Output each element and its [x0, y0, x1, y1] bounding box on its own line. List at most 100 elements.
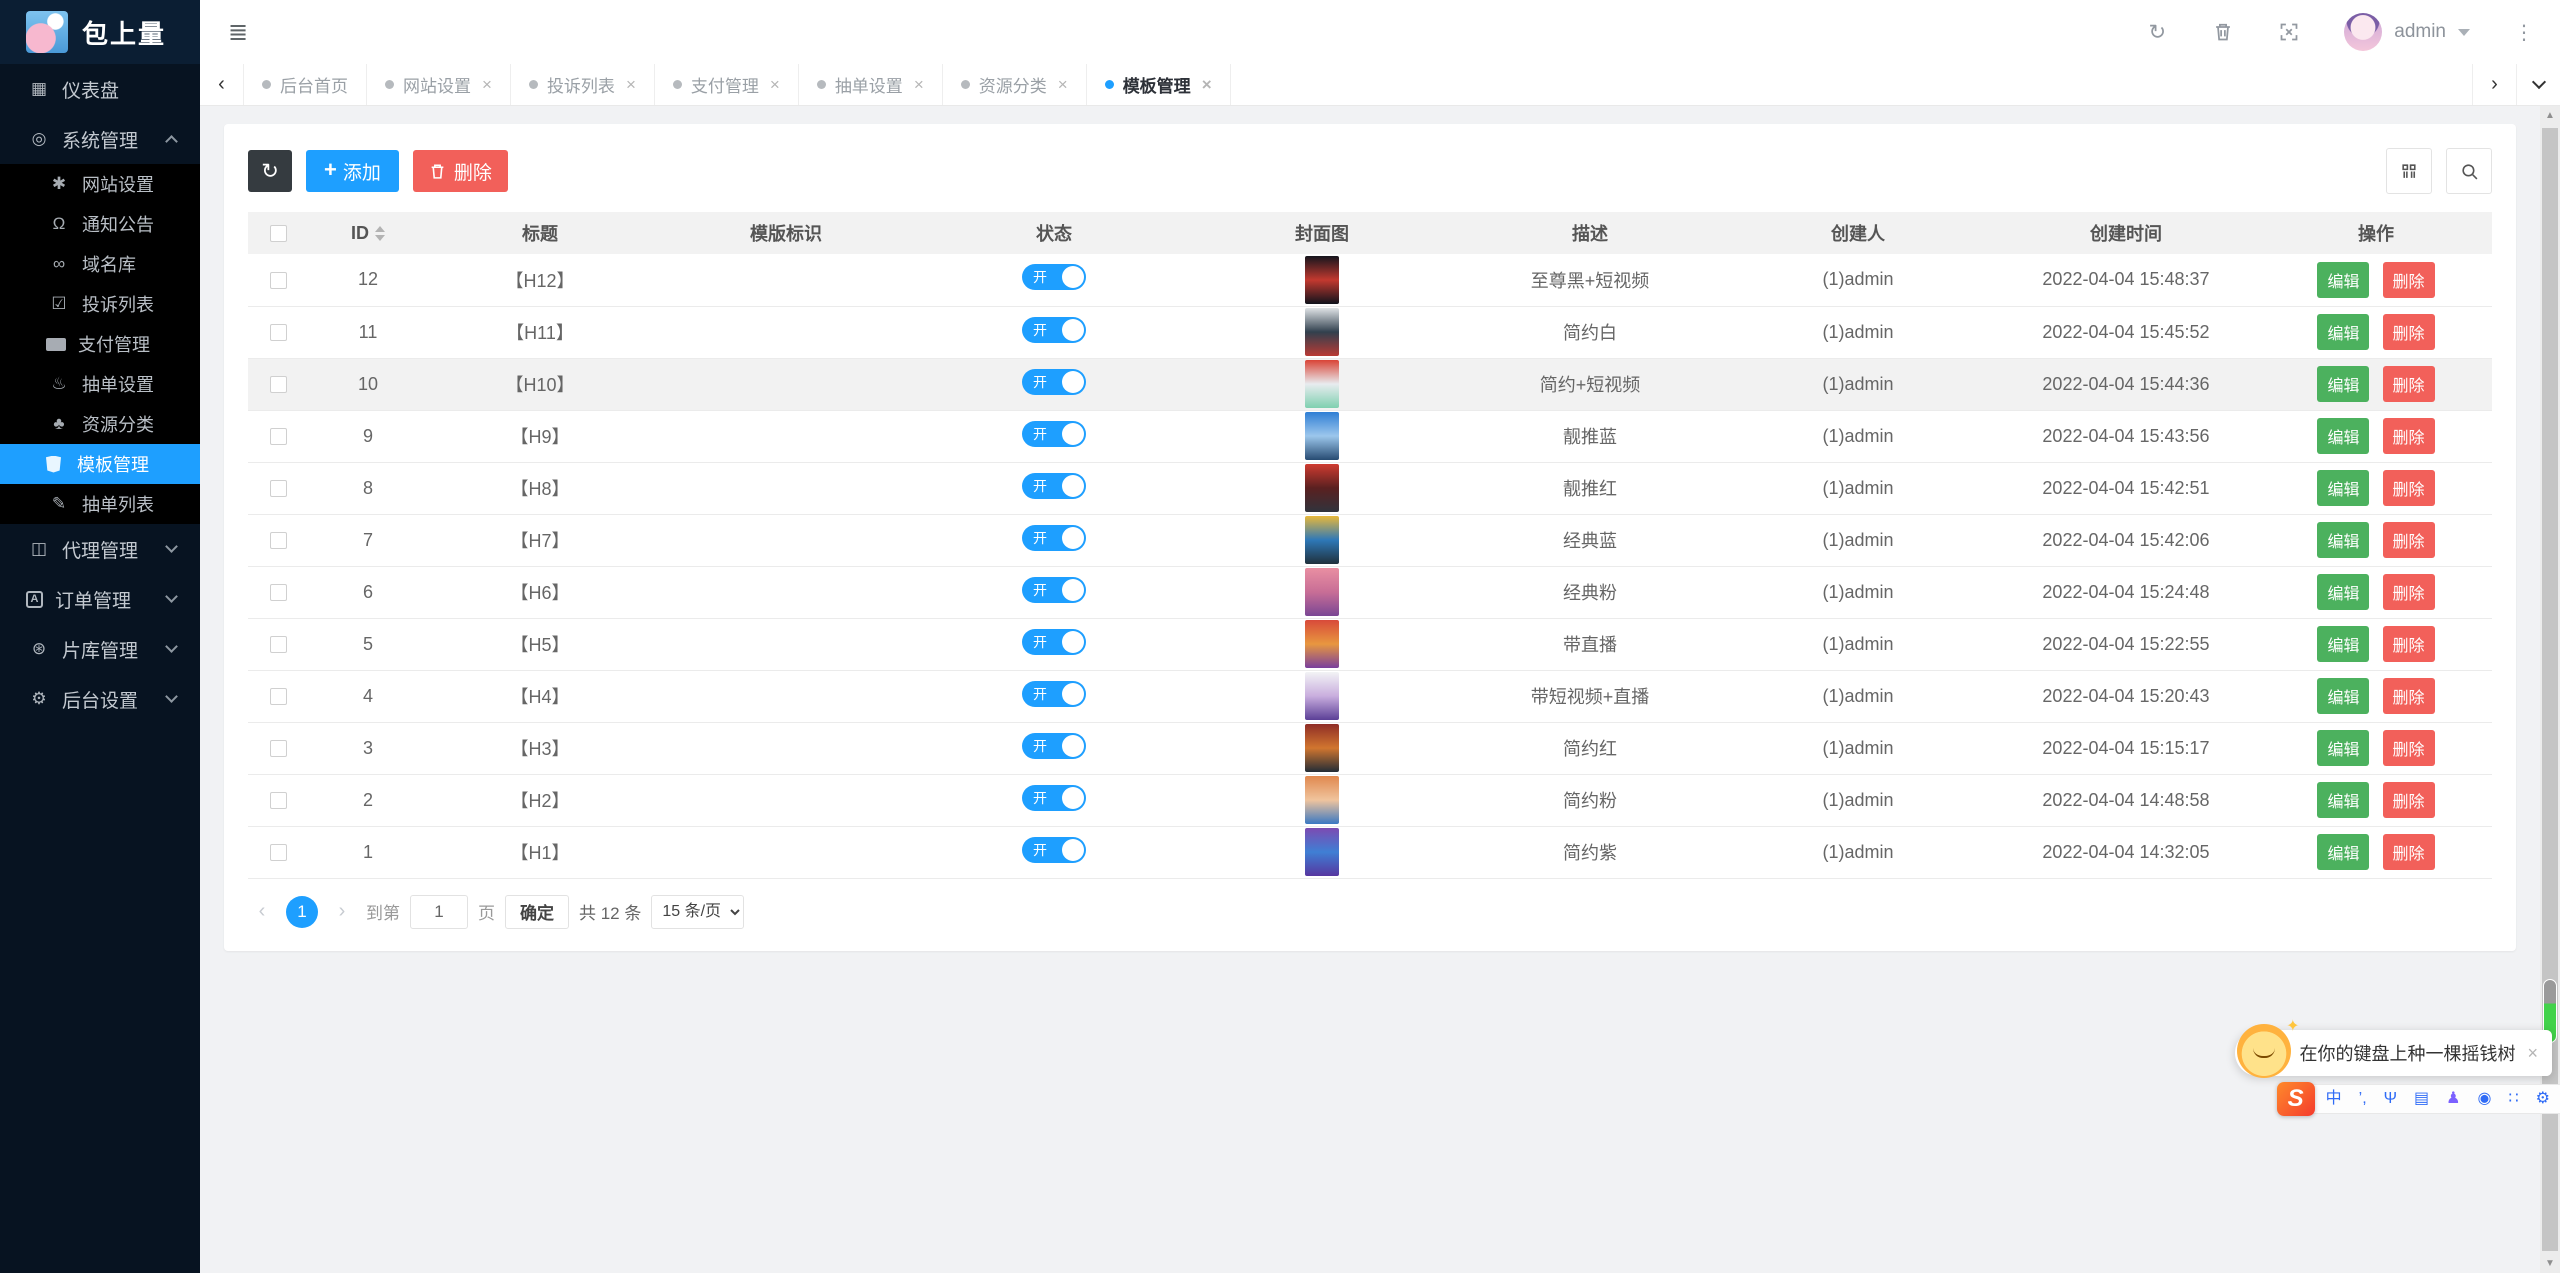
columns-toggle-button[interactable]	[2386, 148, 2432, 194]
edit-button[interactable]: 编辑	[2317, 678, 2370, 714]
sidebar-item-library[interactable]: ⊛ 片库管理	[0, 624, 200, 674]
goto-page-input[interactable]	[410, 894, 468, 929]
sidebar-item-template[interactable]: 模板管理	[0, 444, 200, 484]
close-icon[interactable]: ×	[770, 75, 780, 95]
refresh-icon[interactable]: ↻	[2146, 21, 2168, 44]
scroll-up-icon[interactable]: ▲	[2540, 110, 2560, 121]
delete-row-button[interactable]: 删除	[2382, 522, 2435, 558]
edit-button[interactable]: 编辑	[2317, 626, 2370, 662]
row-checkbox[interactable]	[269, 740, 287, 758]
collapse-menu-icon[interactable]: ≣	[228, 18, 248, 47]
status-toggle[interactable]: 开	[1022, 784, 1086, 811]
delete-row-button[interactable]: 删除	[2382, 261, 2435, 298]
status-toggle[interactable]: 开	[1022, 264, 1086, 291]
per-page-select[interactable]: 15 条/页	[651, 894, 745, 929]
status-toggle[interactable]: 开	[1022, 680, 1086, 707]
fullscreen-icon[interactable]	[2278, 21, 2300, 43]
prev-page-icon[interactable]: ‹	[248, 900, 276, 923]
chinese-mode-icon[interactable]: 中	[2326, 1091, 2342, 1107]
delete-row-button[interactable]: 删除	[2382, 366, 2435, 402]
goto-confirm-button[interactable]: 确定	[505, 894, 569, 929]
status-toggle[interactable]: 开	[1022, 836, 1086, 863]
tab-3[interactable]: 支付管理 ×	[655, 64, 799, 105]
sidebar-item-website[interactable]: ✱ 网站设置	[0, 164, 200, 204]
close-icon[interactable]: ×	[1058, 75, 1068, 95]
tab-5[interactable]: 资源分类 ×	[943, 64, 1087, 105]
close-icon[interactable]: ×	[914, 75, 924, 95]
edit-button[interactable]: 编辑	[2317, 730, 2370, 766]
page-number[interactable]: 1	[286, 895, 318, 928]
sidebar-item-payment[interactable]: 支付管理	[0, 324, 200, 364]
close-icon[interactable]: ×	[626, 75, 636, 95]
tab-6[interactable]: 模板管理 ×	[1087, 64, 1231, 105]
close-icon[interactable]: ×	[2527, 1043, 2538, 1064]
select-all-checkbox[interactable]	[269, 225, 287, 243]
tabs-scroll-left-icon[interactable]: ‹	[200, 64, 244, 105]
scroll-down-icon[interactable]: ▼	[2540, 1258, 2560, 1269]
sidebar-item-system[interactable]: ◎ 系统管理	[0, 114, 200, 164]
delete-row-button[interactable]: 删除	[2382, 470, 2435, 506]
edit-button[interactable]: 编辑	[2317, 574, 2370, 610]
tab-2[interactable]: 投诉列表 ×	[511, 64, 655, 105]
status-toggle[interactable]: 开	[1022, 316, 1086, 343]
edit-button[interactable]: 编辑	[2317, 470, 2370, 506]
delete-row-button[interactable]: 删除	[2382, 782, 2435, 818]
edit-button[interactable]: 编辑	[2317, 261, 2370, 298]
close-icon[interactable]: ×	[1202, 75, 1212, 95]
tab-4[interactable]: 抽单设置 ×	[799, 64, 943, 105]
row-checkbox[interactable]	[269, 428, 287, 446]
sidebar-item-dashboard[interactable]: ▦ 仪表盘	[0, 64, 200, 114]
sidebar-item-notice[interactable]: Ω 通知公告	[0, 204, 200, 244]
tab-0[interactable]: 后台首页	[244, 64, 367, 105]
edit-button[interactable]: 编辑	[2317, 782, 2370, 818]
row-checkbox[interactable]	[269, 532, 287, 550]
row-checkbox[interactable]	[269, 688, 287, 706]
row-checkbox[interactable]	[269, 272, 287, 289]
status-toggle[interactable]: 开	[1022, 472, 1086, 499]
row-checkbox[interactable]	[269, 792, 287, 810]
close-icon[interactable]: ×	[482, 75, 492, 95]
row-checkbox[interactable]	[269, 324, 287, 342]
sidebar-item-agent[interactable]: ◫ 代理管理	[0, 524, 200, 574]
sidebar-item-order[interactable]: A 订单管理	[0, 574, 200, 624]
voice-icon[interactable]: Ψ	[2384, 1091, 2397, 1107]
status-toggle[interactable]: 开	[1022, 576, 1086, 603]
row-checkbox[interactable]	[269, 844, 287, 862]
row-checkbox[interactable]	[269, 584, 287, 602]
row-checkbox[interactable]	[269, 480, 287, 498]
status-toggle[interactable]: 开	[1022, 368, 1086, 395]
refresh-table-button[interactable]: ↻	[248, 150, 292, 192]
add-button[interactable]: + 添加	[306, 150, 399, 192]
edit-button[interactable]: 编辑	[2317, 314, 2370, 350]
delete-row-button[interactable]: 删除	[2382, 730, 2435, 766]
tabs-scroll-right-icon[interactable]: ›	[2472, 64, 2516, 105]
sidebar-item-complaint[interactable]: ☑ 投诉列表	[0, 284, 200, 324]
delete-row-button[interactable]: 删除	[2382, 834, 2435, 870]
delete-button[interactable]: 删除	[412, 150, 508, 192]
sidebar-item-draw-list[interactable]: ✎ 抽单列表	[0, 484, 200, 524]
tabs-dropdown-icon[interactable]	[2516, 64, 2560, 105]
skin-icon[interactable]: ♟	[2446, 1091, 2460, 1107]
sogou-logo-icon[interactable]: S	[2276, 1082, 2315, 1116]
sort-icon[interactable]	[375, 225, 385, 241]
sidebar-item-resource[interactable]: ♣ 资源分类	[0, 404, 200, 444]
edit-button[interactable]: 编辑	[2317, 522, 2370, 558]
sidebar-item-backend[interactable]: ⚙ 后台设置	[0, 674, 200, 724]
punctuation-icon[interactable]: ’,	[2359, 1091, 2367, 1107]
search-button[interactable]	[2446, 148, 2492, 194]
row-checkbox[interactable]	[269, 636, 287, 654]
tab-1[interactable]: 网站设置 ×	[367, 64, 511, 105]
delete-row-button[interactable]: 删除	[2382, 626, 2435, 662]
apps-icon[interactable]: ∷	[2508, 1091, 2518, 1107]
settings-icon[interactable]: ⚙	[2536, 1091, 2550, 1107]
edit-button[interactable]: 编辑	[2317, 834, 2370, 870]
next-page-icon[interactable]: ›	[328, 900, 356, 923]
delete-row-button[interactable]: 删除	[2382, 574, 2435, 610]
status-toggle[interactable]: 开	[1022, 420, 1086, 447]
delete-row-button[interactable]: 删除	[2382, 418, 2435, 454]
delete-row-button[interactable]: 删除	[2382, 314, 2435, 350]
delete-row-button[interactable]: 删除	[2382, 678, 2435, 714]
status-toggle[interactable]: 开	[1022, 524, 1086, 551]
keyboard-icon[interactable]: ▤	[2414, 1091, 2429, 1107]
user-menu[interactable]: admin	[2344, 13, 2470, 51]
